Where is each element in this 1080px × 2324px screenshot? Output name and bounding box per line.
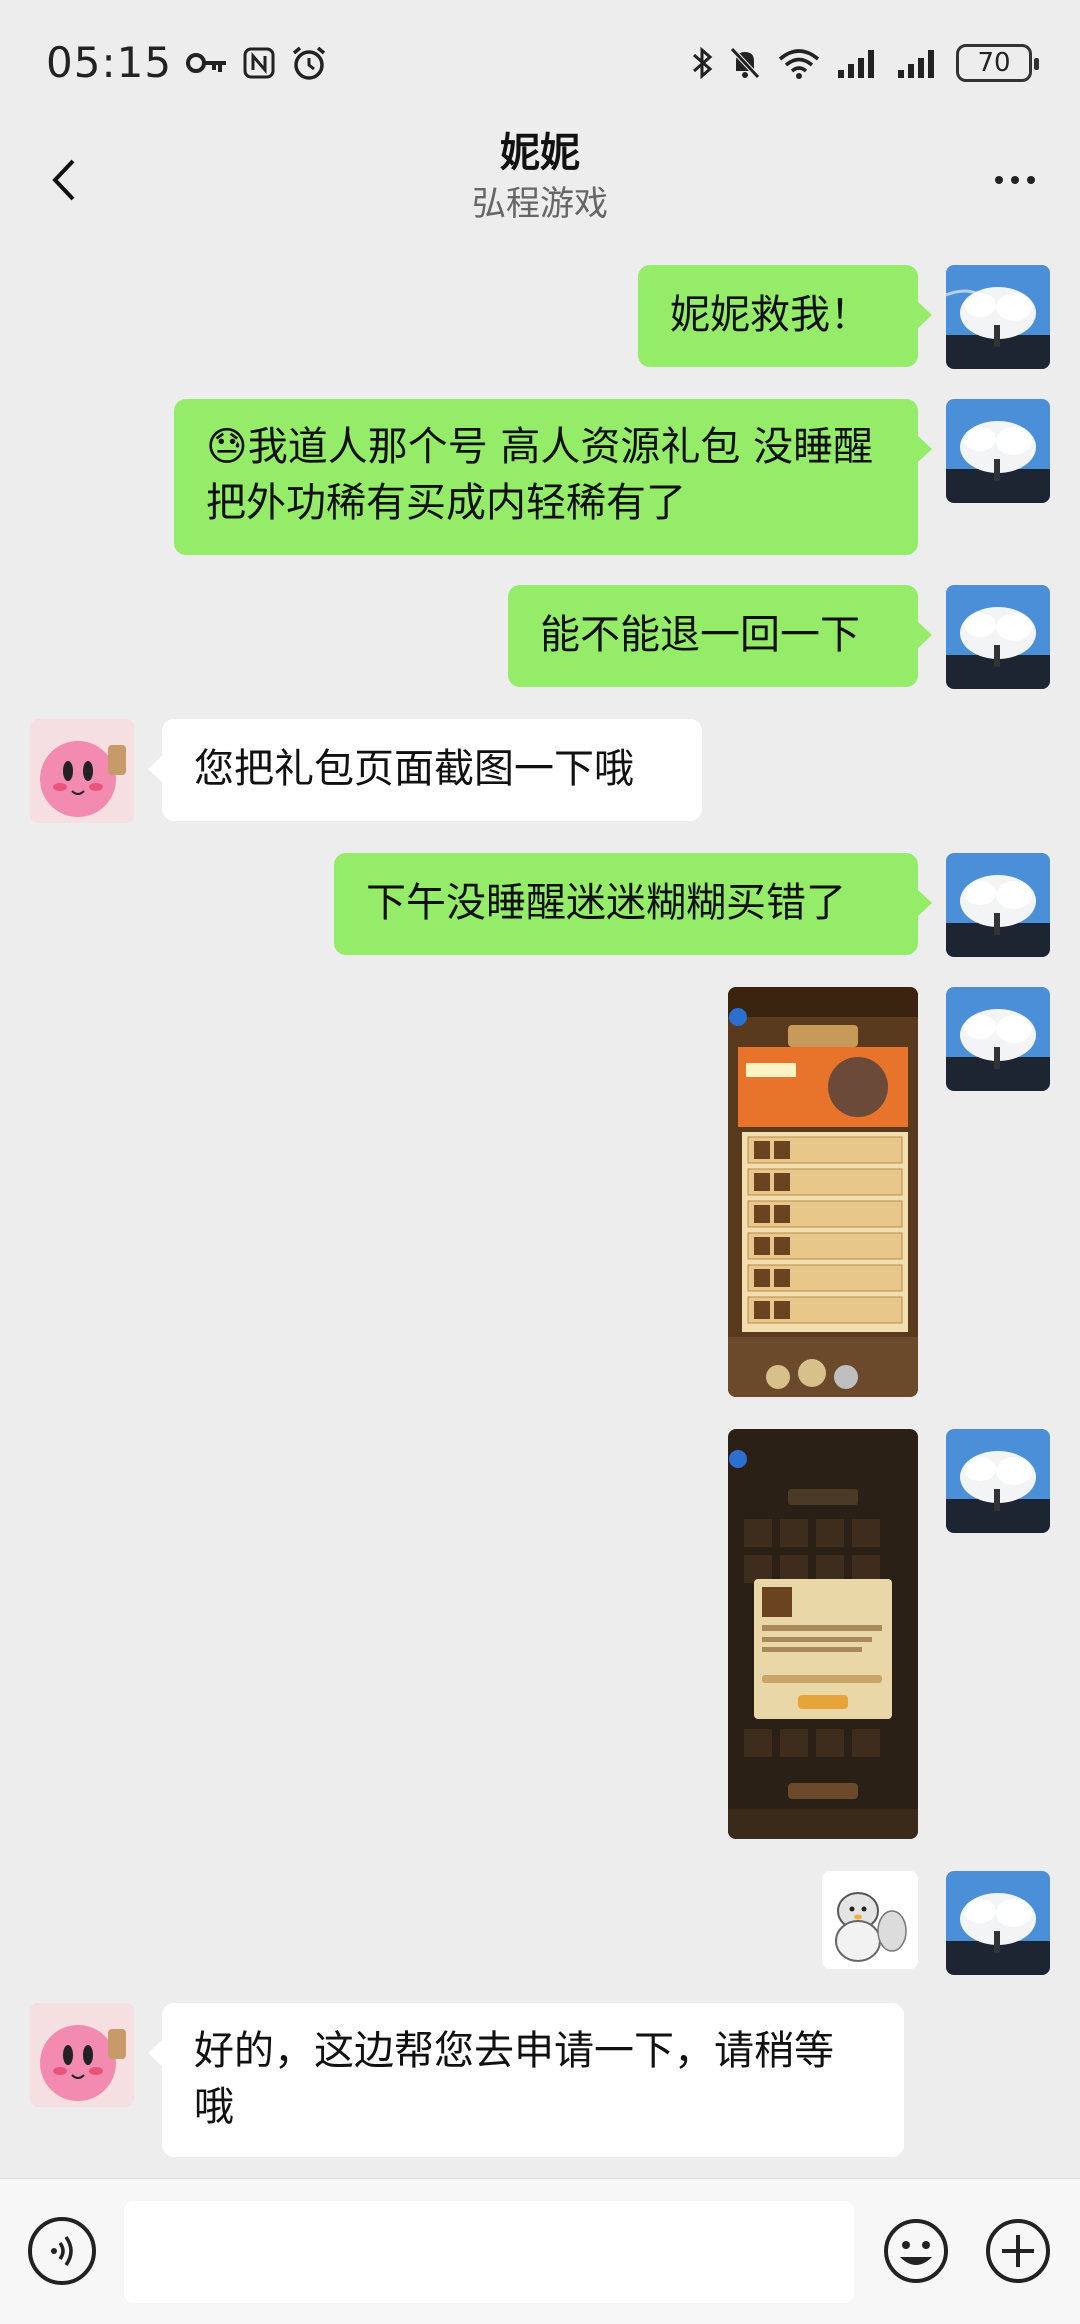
status-time: 05:15 (46, 38, 173, 87)
message-text: 能不能退一回一下 (540, 612, 860, 658)
game-inventory-screenshot[interactable] (728, 1429, 918, 1839)
game-gift-page-screenshot[interactable] (728, 987, 918, 1397)
alarm-icon (290, 45, 328, 81)
chat-subtitle: 弘程游戏 (472, 184, 608, 224)
penguin-sticker[interactable] (822, 1871, 918, 1969)
nfc-icon (242, 46, 276, 80)
my-message-bubble[interactable]: 😓我道人那个号 高人资源礼包 没睡醒把外功稀有买成内轻稀有了 (174, 399, 932, 555)
contact-avatar[interactable] (30, 719, 134, 823)
my-avatar[interactable] (946, 265, 1050, 369)
more-icon (995, 176, 1003, 184)
my-avatar[interactable] (946, 853, 1050, 957)
message-text: 您把礼包页面截图一下哦 (194, 746, 634, 792)
my-avatar[interactable] (946, 399, 1050, 503)
emoji-button[interactable] (882, 2217, 950, 2285)
my-message-bubble[interactable]: 下午没睡醒迷迷糊糊买错了 (334, 853, 932, 955)
my-avatar[interactable] (946, 1429, 1050, 1533)
bluetooth-icon (690, 45, 714, 81)
chat-title: 妮妮 (500, 130, 580, 176)
mute-icon (728, 45, 762, 81)
message-list[interactable]: 妮妮救我！ 😓我道人那个号 高人资源礼包 没睡醒把外功稀有买成内轻稀有了 能不能… (0, 235, 1080, 2175)
battery-level: 70 (977, 47, 1011, 78)
chat-header: 妮妮 弘程游戏 (0, 125, 1080, 235)
status-bar: 05:15 70 (0, 0, 1080, 125)
plus-icon (986, 2219, 1050, 2283)
signal-icon (896, 46, 942, 80)
emoji-icon (884, 2219, 948, 2283)
contact-message-bubble[interactable]: 您把礼包页面截图一下哦 (148, 719, 702, 821)
wifi-icon (776, 45, 822, 81)
voice-icon (51, 2235, 73, 2267)
message-text: 我道人那个号 高人资源礼包 没睡醒把外功稀有买成内轻稀有了 (206, 424, 874, 526)
message-text: 妮妮救我！ (670, 292, 870, 338)
contact-avatar[interactable] (30, 2003, 134, 2107)
plus-button[interactable] (984, 2217, 1052, 2285)
my-avatar[interactable] (946, 1871, 1050, 1975)
my-avatar[interactable] (946, 987, 1050, 1091)
message-text: 下午没睡醒迷迷糊糊买错了 (366, 880, 846, 926)
message-input[interactable] (124, 2201, 854, 2303)
battery-indicator: 70 (956, 43, 1039, 82)
my-message-bubble[interactable]: 能不能退一回一下 (508, 585, 932, 687)
signal-icon (836, 46, 882, 80)
contact-message-bubble[interactable]: 好的，这边帮您去申请一下，请稍等哦 (148, 2003, 904, 2157)
voice-button[interactable] (28, 2217, 96, 2285)
key-icon (186, 48, 228, 78)
more-button[interactable] (980, 155, 1050, 205)
message-text: 好的，这边帮您去申请一下，请稍等哦 (194, 2028, 834, 2130)
my-message-bubble[interactable]: 妮妮救我！ (638, 265, 932, 367)
my-avatar[interactable] (946, 585, 1050, 689)
input-bar (0, 2178, 1080, 2324)
emoji-grimace: 😓 (206, 424, 248, 470)
